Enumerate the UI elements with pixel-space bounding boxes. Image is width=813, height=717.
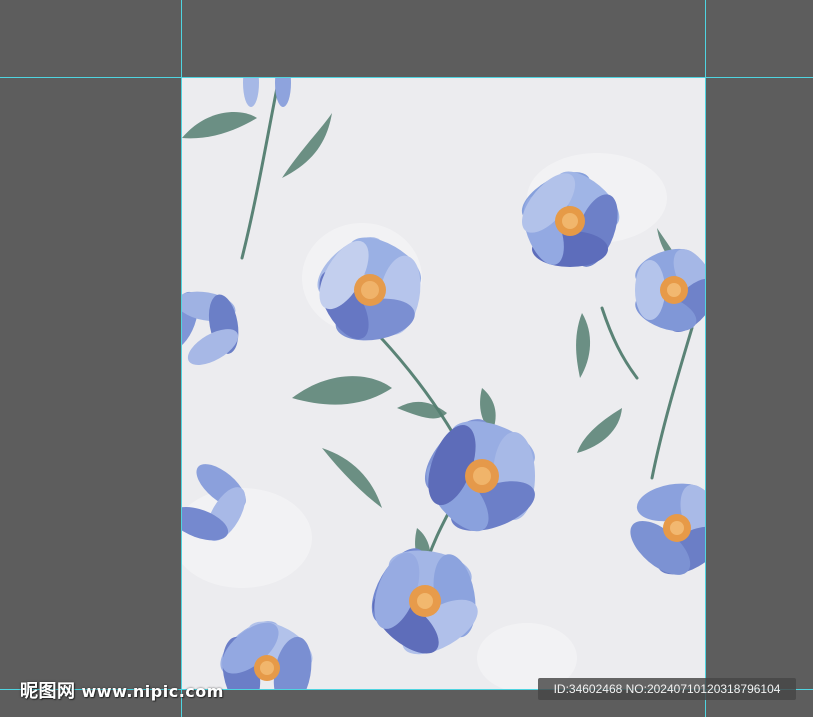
document-canvas[interactable] (182, 78, 705, 690)
vertical-guide-left[interactable] (181, 0, 182, 717)
site-watermark: 昵图网 www.nipic.com (20, 677, 224, 703)
image-id-watermark: ID:34602468 NO:20240710120318796104 (538, 678, 796, 700)
vertical-guide-right[interactable] (705, 0, 706, 717)
watermark-logo-text: 昵图网 (20, 681, 76, 702)
floral-pattern-artwork (182, 78, 705, 690)
horizontal-guide-top[interactable] (0, 77, 813, 78)
watermark-site-text: www.nipic.com (81, 682, 224, 701)
